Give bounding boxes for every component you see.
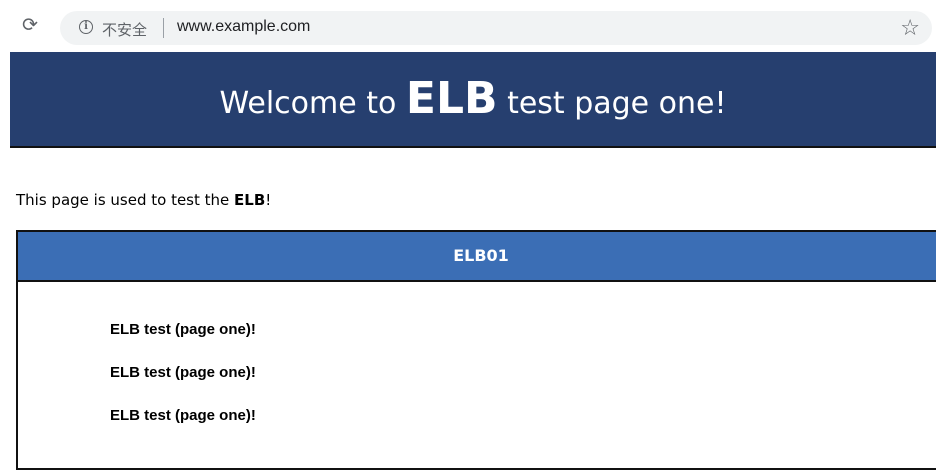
content-panel: ELB01 ELB test (page one)! ELB test (pag… <box>16 230 936 470</box>
page-banner: Welcome to ELB test page one! <box>10 52 936 148</box>
panel-line: ELB test (page one)! <box>110 364 256 381</box>
intro-text: This page is used to test the ELB! <box>16 191 271 209</box>
title-suffix: test page one! <box>497 86 727 121</box>
url-text[interactable]: www.example.com <box>177 18 310 36</box>
address-separator <box>163 18 164 38</box>
title-emphasis: ELB <box>405 73 498 124</box>
security-label[interactable]: 不安全 <box>102 19 147 40</box>
panel-line: ELB test (page one)! <box>110 407 256 424</box>
intro-prefix: This page is used to test the <box>16 191 235 209</box>
panel-line: ELB test (page one)! <box>110 321 256 338</box>
title-prefix: Welcome to <box>219 86 406 121</box>
info-icon[interactable]: i <box>79 20 93 34</box>
intro-emphasis: ELB <box>234 191 266 209</box>
intro-suffix: ! <box>265 191 272 209</box>
browser-toolbar: ⟳ i 不安全 www.example.com ☆ <box>0 0 936 52</box>
reload-icon[interactable]: ⟳ <box>22 16 40 35</box>
star-icon[interactable]: ☆ <box>900 15 920 41</box>
page-title: Welcome to ELB test page one! <box>10 52 936 151</box>
address-bar[interactable]: i 不安全 www.example.com ☆ <box>60 11 932 45</box>
panel-title: ELB01 <box>18 232 936 282</box>
